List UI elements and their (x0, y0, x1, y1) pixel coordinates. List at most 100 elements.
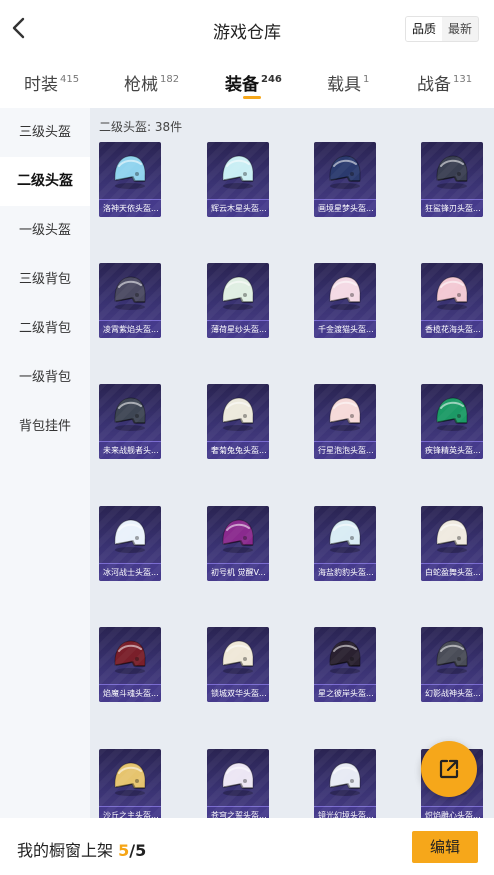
item-card[interactable]: 海盐豹豹头盔... (314, 506, 376, 581)
category-tabs: 时装 415 枪械 182 装备 246 载具 1 战备 131 (0, 58, 494, 108)
item-caption: 冰河战士头盔... (99, 563, 161, 581)
item-card[interactable]: 奢菊兔兔头盔... (207, 384, 269, 459)
section-title: 二级头盔: 38件 (99, 120, 183, 134)
item-name: 幻影战神头盔... (425, 689, 481, 698)
item-caption: 狂鲨锋刃头盔... (421, 199, 483, 217)
showcase-total: /5 (129, 841, 147, 860)
sidebar-item-backpack-lv1[interactable]: 一级背包 (0, 353, 90, 402)
item-card[interactable]: 洛神天依头盔... (99, 142, 161, 217)
item-card[interactable]: 行星泡泡头盔... (314, 384, 376, 459)
item-card[interactable]: 苍穹之誓头盔... (207, 749, 269, 818)
item-name: 狂鲨锋刃头盔... (425, 204, 481, 213)
item-caption: 星之彼岸头盔... (314, 684, 376, 702)
sort-toggle[interactable]: 品质 最新 (405, 16, 479, 42)
tab-vehicles[interactable]: 载具 1 (327, 70, 369, 95)
item-card[interactable]: 千金渡猫头盔... (314, 263, 376, 338)
sidebar-item-backpack-lv2[interactable]: 二级背包 (0, 304, 90, 353)
header: 游戏仓库 品质 最新 (0, 0, 494, 58)
showcase-text: 我的橱窗上架 (17, 841, 114, 860)
sidebar-item-backpack-lv3[interactable]: 三级背包 (0, 255, 90, 304)
item-name: 香榄花海头盔... (425, 325, 481, 334)
item-name: 镜光幻境头盔... (318, 811, 374, 818)
item-name: 锁城双华头盔... (211, 689, 267, 698)
item-card[interactable]: 凌霄紫焰头盔... (99, 263, 161, 338)
edit-button[interactable]: 编辑 (412, 831, 478, 863)
showcase-footer: 我的橱窗上架 5/5 编辑 (0, 818, 494, 875)
helmet-icon (114, 640, 146, 674)
item-card[interactable]: 锁城双华头盔... (207, 627, 269, 702)
tab-label: 枪械 (124, 75, 158, 95)
item-card[interactable]: 冰河战士头盔... (99, 506, 161, 581)
item-card[interactable]: 香榄花海头盔... (421, 263, 483, 338)
share-icon (439, 759, 459, 779)
item-caption: 幻影战神头盔... (421, 684, 483, 702)
item-name: 焰魔斗魂头盔... (103, 689, 159, 698)
item-card[interactable]: 初号机 觉醒V... (207, 506, 269, 581)
tab-count: 182 (160, 74, 180, 85)
item-card[interactable]: 幻影战神头盔... (421, 627, 483, 702)
helmet-icon (329, 519, 361, 553)
helmet-icon (436, 155, 468, 189)
helmet-icon (436, 397, 468, 431)
tab-battle-prep[interactable]: 战备 131 (417, 70, 472, 95)
item-caption: 未来战舰者头... (99, 441, 161, 459)
item-card[interactable]: 疾锋精英头盔... (421, 384, 483, 459)
item-caption: 薄荷星纱头盔... (207, 320, 269, 338)
item-grid-panel: 二级头盔: 38件 洛神天依头盔... 辉云木星头盔... 画境星梦头盔... 狂鲨锋… (90, 108, 494, 818)
helmet-icon (436, 640, 468, 674)
item-card[interactable]: 薄荷星纱头盔... (207, 263, 269, 338)
item-name: 初号机 觉醒V... (211, 568, 266, 577)
tab-guns[interactable]: 枪械 182 (124, 70, 179, 95)
item-caption: 白蛇盈舞头盔... (421, 563, 483, 581)
helmet-icon (114, 519, 146, 553)
sidebar-item-helmet-lv1[interactable]: 一级头盔 (0, 206, 90, 255)
item-name: 未来战舰者头... (103, 446, 159, 455)
helmet-icon (436, 519, 468, 553)
item-card[interactable]: 白蛇盈舞头盔... (421, 506, 483, 581)
item-name: 洛神天依头盔... (103, 204, 159, 213)
sidebar-item-backpack-pendant[interactable]: 背包挂件 (0, 402, 90, 451)
active-tab-indicator (243, 96, 261, 99)
sort-latest[interactable]: 最新 (442, 17, 478, 41)
tab-count: 131 (453, 74, 473, 85)
item-name: 炽焰雕心头盔... (425, 811, 481, 818)
item-caption: 镜光幻境头盔... (314, 806, 376, 818)
item-name: 冰河战士头盔... (103, 568, 159, 577)
tab-label: 时装 (24, 75, 58, 95)
item-card[interactable]: 沙丘之主头盔... (99, 749, 161, 818)
showcase-count: 5 (118, 841, 130, 860)
item-card[interactable]: 焰魔斗魂头盔... (99, 627, 161, 702)
showcase-label: 我的橱窗上架 5/5 (17, 837, 146, 861)
item-caption: 初号机 觉醒V... (207, 563, 269, 581)
item-caption: 奢菊兔兔头盔... (207, 441, 269, 459)
helmet-icon (114, 155, 146, 189)
tab-count: 246 (261, 74, 282, 85)
item-card[interactable]: 镜光幻境头盔... (314, 749, 376, 818)
item-card[interactable]: 画境星梦头盔... (314, 142, 376, 217)
helmet-icon (114, 276, 146, 310)
item-card[interactable]: 狂鲨锋刃头盔... (421, 142, 483, 217)
sidebar-item-helmet-lv3[interactable]: 三级头盔 (0, 108, 90, 157)
sort-quality[interactable]: 品质 (406, 17, 442, 41)
helmet-icon (329, 640, 361, 674)
item-caption: 海盐豹豹头盔... (314, 563, 376, 581)
item-name: 薄荷星纱头盔... (211, 325, 267, 334)
item-card[interactable]: 未来战舰者头... (99, 384, 161, 459)
tab-label: 载具 (327, 75, 361, 95)
helmet-icon (222, 397, 254, 431)
tab-fashion[interactable]: 时装 415 (24, 70, 79, 95)
helmet-icon (114, 397, 146, 431)
item-caption: 苍穹之誓头盔... (207, 806, 269, 818)
item-name: 行星泡泡头盔... (318, 446, 374, 455)
item-name: 苍穹之誓头盔... (211, 811, 267, 818)
item-card[interactable]: 辉云木星头盔... (207, 142, 269, 217)
sidebar-item-helmet-lv2[interactable]: 二级头盔 (0, 157, 90, 206)
item-caption: 焰魔斗魂头盔... (99, 684, 161, 702)
item-name: 奢菊兔兔头盔... (211, 446, 267, 455)
share-button[interactable] (421, 741, 477, 797)
tab-equipment[interactable]: 装备 246 (225, 70, 282, 95)
item-card[interactable]: 星之彼岸头盔... (314, 627, 376, 702)
item-name: 千金渡猫头盔... (318, 325, 374, 334)
helmet-icon (222, 762, 254, 796)
item-caption: 千金渡猫头盔... (314, 320, 376, 338)
